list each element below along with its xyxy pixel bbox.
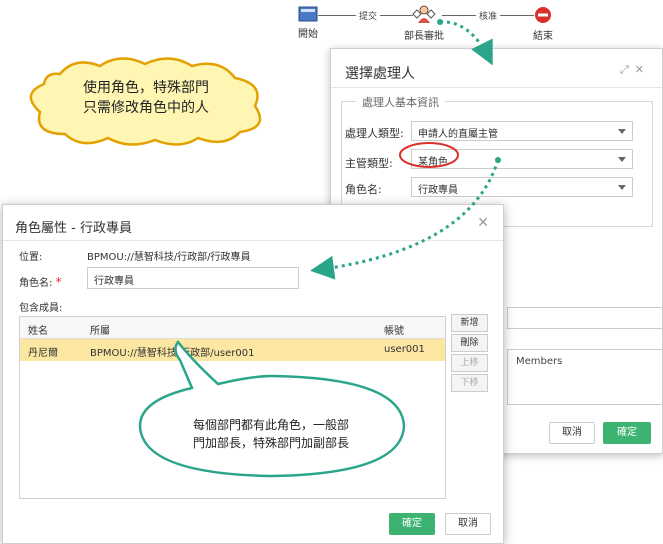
arrow-dot [495,157,501,163]
cloud-callout-text: 使用角色，特殊部門 只需修改角色中的人 [56,78,236,118]
speech-bubble-text: 每個部門都有此角色，一般部 門加部長，特殊部門加副部長 [146,416,396,452]
cloud-line-1: 使用角色，特殊部門 [83,80,209,96]
speech-bubble [138,340,406,478]
arrow-dot [437,19,443,25]
cloud-line-2: 只需修改角色中的人 [83,100,209,116]
arrow-to-dialog [439,20,493,66]
bubble-line-2: 門加部長，特殊部門加副部長 [192,436,349,450]
bubble-line-1: 每個部門都有此角色，一般部 [192,418,349,432]
arrow-to-role [310,159,500,280]
